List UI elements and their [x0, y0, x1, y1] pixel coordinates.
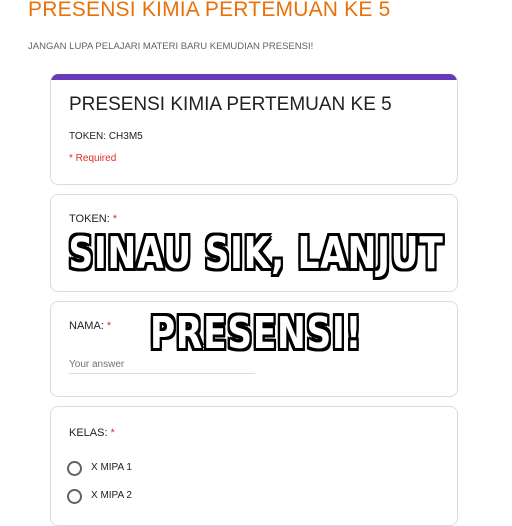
form-accent-bar [51, 74, 457, 80]
radio-button-icon[interactable] [67, 489, 82, 504]
page-subtitle: JANGAN LUPA PELAJARI MATERI BARU KEMUDIA… [28, 41, 314, 52]
question-label-token: TOKEN: * [69, 213, 117, 225]
radio-button-icon[interactable] [67, 461, 82, 476]
form-header-card: PRESENSI KIMIA PERTEMUAN KE 5 TOKEN: CH3… [50, 74, 458, 185]
question-label-kelas: KELAS: * [69, 427, 115, 439]
token-note: TOKEN: CH3M5 [69, 131, 143, 142]
required-note: * Required [69, 153, 117, 164]
overlay-caption-line-1: SINAU SIK, LANJUT [68, 228, 444, 279]
page-title: PRESENSI KIMIA PERTEMUAN KE 5 [28, 0, 391, 21]
page-header: PRESENSI KIMIA PERTEMUAN KE 5 JANGAN LUP… [0, 0, 512, 66]
question-text: TOKEN: [69, 213, 110, 225]
required-asterisk: * [110, 427, 115, 439]
overlay-caption-line-2: PRESENSI! [149, 308, 363, 359]
form-title: PRESENSI KIMIA PERTEMUAN KE 5 [69, 94, 392, 115]
question-card-kelas: KELAS: * X MIPA 1 X MIPA 2 [50, 406, 458, 526]
required-asterisk: * [112, 213, 118, 225]
nama-answer-input[interactable] [69, 359, 255, 374]
radio-option-label: X MIPA 1 [91, 462, 132, 473]
radio-option-label: X MIPA 2 [91, 490, 132, 501]
question-text: KELAS: [69, 427, 108, 439]
